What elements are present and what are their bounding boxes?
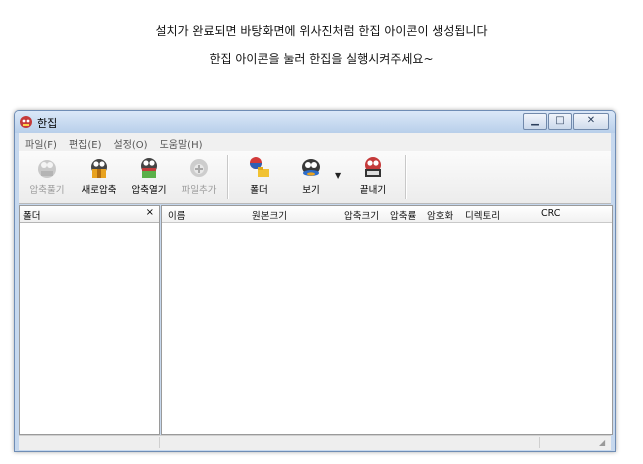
status-divider	[539, 437, 540, 448]
add-files-label: 파일추가	[181, 185, 217, 196]
folder-label: 폴더	[250, 185, 268, 196]
resize-grip-icon[interactable]: ◢	[599, 438, 609, 448]
column-encryption[interactable]: 암호화	[427, 208, 453, 222]
new-archive-icon	[91, 159, 107, 178]
instruction-line-1: 설치가 완료되면 바탕화면에 위사진처럼 한집 아이콘이 생성됩니다	[155, 24, 488, 38]
menu-file[interactable]: 파일(F)	[19, 133, 63, 151]
folder-icon	[250, 157, 269, 177]
exit-button[interactable]: 끝내기	[347, 154, 399, 202]
app-logo-icon	[20, 116, 32, 128]
minimize-icon: ▁	[531, 115, 539, 126]
column-original-size[interactable]: 원본크기	[252, 208, 287, 222]
open-archive-icon	[141, 158, 157, 178]
folder-button[interactable]: 폴더	[233, 154, 285, 202]
folder-panel[interactable]: 폴더 ×	[19, 205, 160, 435]
exit-icon	[365, 157, 381, 177]
view-icon	[302, 159, 320, 176]
new-archive-label: 새로압축	[81, 185, 117, 196]
column-compressed-size[interactable]: 압축크기	[344, 208, 379, 222]
menu-edit[interactable]: 편집(E)	[63, 133, 108, 151]
toolbar: 압축풀기 새로압축 압축열기 파일추가 폴더 보기 ▼ 끝내기	[19, 151, 611, 204]
file-list-header: 이름 원본크기 압축크기 압축률 암호화 디렉토리 CRC	[162, 206, 612, 223]
close-button[interactable]: ✕	[573, 113, 609, 130]
view-dropdown-icon[interactable]: ▼	[335, 171, 341, 180]
file-list-panel[interactable]: 이름 원본크기 압축크기 압축률 암호화 디렉토리 CRC	[161, 205, 613, 435]
new-archive-button[interactable]: 새로압축	[73, 154, 125, 202]
extract-label: 압축풀기	[29, 185, 65, 196]
toolbar-separator	[405, 155, 407, 199]
column-directory[interactable]: 디렉토리	[465, 208, 500, 222]
menu-bar: 파일(F) 편집(E) 설정(O) 도움말(H)	[19, 133, 611, 152]
title-bar[interactable]: 한집 ▁ □ ✕	[15, 111, 615, 133]
folder-panel-close-icon[interactable]: ×	[146, 207, 154, 218]
folder-panel-header: 폴더 ×	[20, 206, 159, 223]
window-title: 한집	[37, 117, 58, 130]
maximize-button[interactable]: □	[548, 113, 572, 130]
extract-button[interactable]: 압축풀기	[21, 154, 73, 202]
exit-label: 끝내기	[359, 185, 387, 196]
open-archive-button[interactable]: 압축열기	[123, 154, 175, 202]
open-archive-label: 압축열기	[131, 185, 167, 196]
view-button[interactable]: 보기	[285, 154, 337, 202]
menu-settings[interactable]: 설정(O)	[108, 133, 154, 151]
toolbar-separator	[227, 155, 229, 199]
column-crc[interactable]: CRC	[541, 208, 560, 219]
status-divider	[159, 437, 160, 448]
close-icon: ✕	[586, 115, 596, 126]
view-label: 보기	[302, 185, 320, 196]
add-files-button[interactable]: 파일추가	[173, 154, 225, 202]
column-ratio[interactable]: 압축률	[390, 208, 416, 222]
maximize-icon: □	[555, 115, 565, 126]
add-files-icon	[190, 159, 208, 177]
app-window: 한집 ▁ □ ✕ 파일(F) 편집(E) 설정(O) 도움말(H) 압축풀기 새…	[14, 110, 616, 452]
minimize-button[interactable]: ▁	[523, 113, 547, 130]
folder-panel-title: 폴더	[23, 211, 41, 222]
window-controls: ▁ □ ✕	[522, 113, 609, 130]
status-bar: ◢	[19, 435, 611, 450]
column-name[interactable]: 이름	[168, 208, 185, 222]
menu-help[interactable]: 도움말(H)	[154, 133, 209, 151]
instruction-line-2: 한집 아이콘을 눌러 한집을 실행시켜주세요~	[209, 52, 434, 66]
extract-icon	[38, 160, 56, 178]
